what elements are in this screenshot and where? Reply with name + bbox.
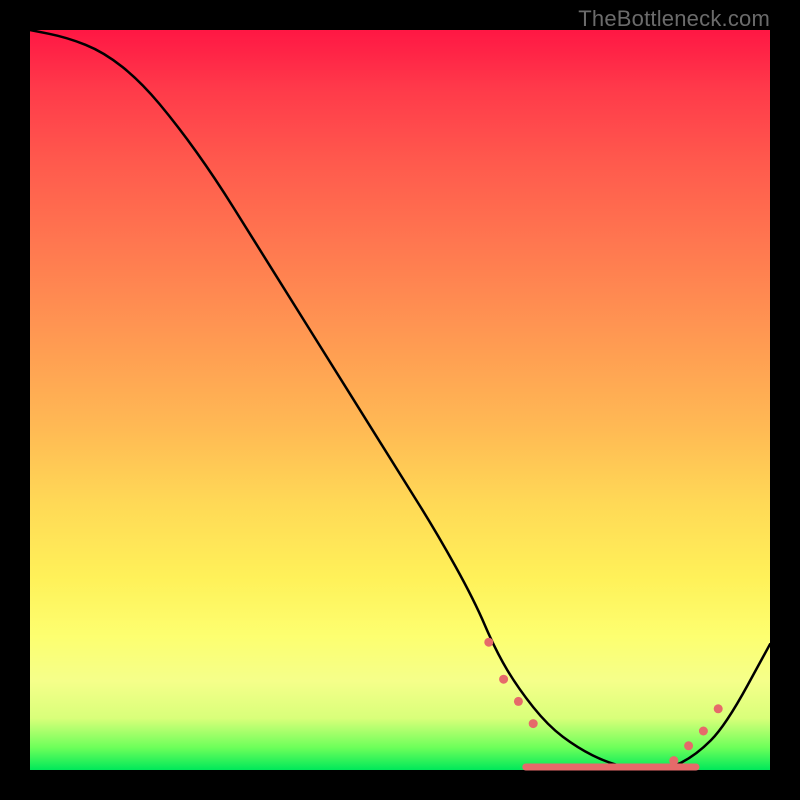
optimal-range-dot xyxy=(669,756,678,765)
optimal-range-dot xyxy=(699,727,708,736)
app-frame: TheBottleneck.com xyxy=(0,0,800,800)
optimal-range-dot xyxy=(514,697,523,706)
optimal-range-dot xyxy=(529,719,538,728)
optimal-range-dot xyxy=(684,741,693,750)
optimal-range-dot xyxy=(714,704,723,713)
chart-svg xyxy=(30,30,770,770)
bottleneck-curve xyxy=(30,30,770,770)
optimal-range-dot xyxy=(499,675,508,684)
attribution-label: TheBottleneck.com xyxy=(578,6,770,32)
chart-area xyxy=(30,30,770,770)
optimal-range-dots-left xyxy=(484,638,537,728)
optimal-range-dot xyxy=(484,638,493,647)
